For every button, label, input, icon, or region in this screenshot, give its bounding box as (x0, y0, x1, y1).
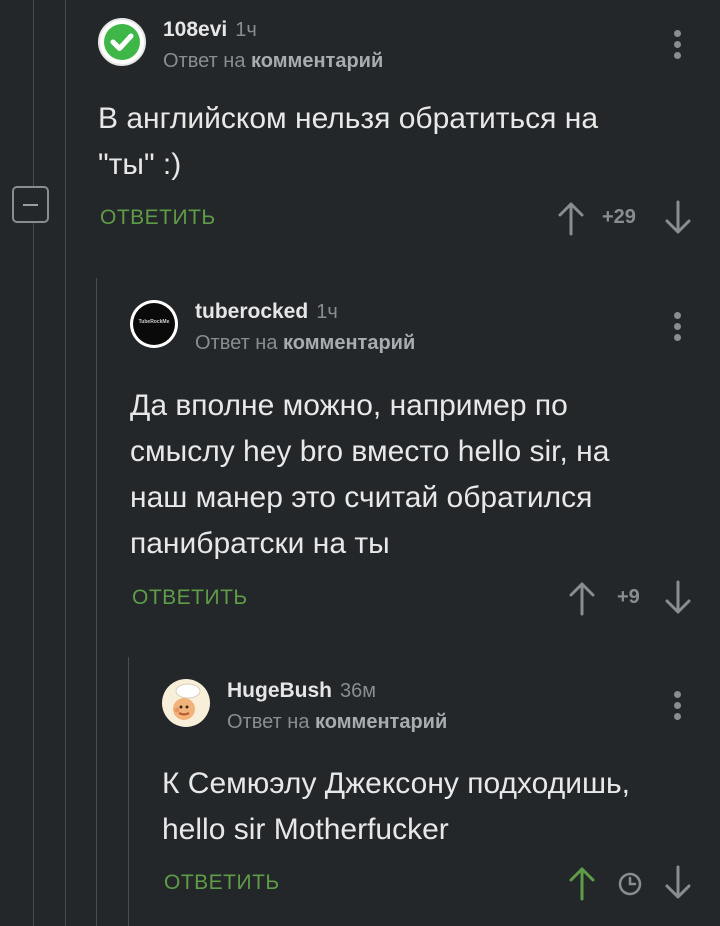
comment-text-line: Да вполне можно, например по (130, 389, 568, 422)
comment-text-line: смыслу hey bro вместо hello sir, на (130, 435, 610, 468)
upvote-arrow-icon[interactable] (556, 200, 586, 236)
reply-button[interactable]: ОТВЕТИТЬ (132, 586, 248, 610)
avatar[interactable] (98, 18, 146, 66)
rating-score: +29 (602, 206, 636, 228)
author-name[interactable]: HugeBush (227, 679, 332, 702)
thread-line (128, 657, 129, 926)
comment-time: 36м (340, 680, 376, 702)
chef-cartoon-avatar (173, 683, 201, 720)
more-options-icon[interactable] (674, 691, 682, 721)
author-name[interactable]: 108evi (163, 18, 227, 41)
thread-line (33, 0, 34, 926)
reply-to-line: Ответ на комментарий (163, 50, 383, 73)
reply-prefix: Ответ на (195, 332, 278, 354)
comment-time: 1ч (316, 301, 338, 323)
author-name[interactable]: tuberocked (195, 300, 308, 323)
downvote-arrow-icon[interactable] (663, 200, 693, 236)
comment-time: 1ч (235, 19, 257, 41)
comment-text: К Семюэлу Джексону подходишь, hello sir … (162, 761, 630, 853)
thread-line (96, 278, 97, 926)
reply-button[interactable]: ОТВЕТИТЬ (100, 206, 216, 230)
upvote-arrow-icon[interactable] (567, 580, 597, 616)
comment-text-line: "ты" :) (98, 148, 182, 181)
comment-author[interactable]: 108evi 1ч (163, 18, 257, 42)
comment-text: В английском нельзя обратиться на "ты" :… (98, 96, 598, 188)
more-options-icon[interactable] (674, 30, 682, 60)
comment-author[interactable]: tuberocked 1ч (195, 300, 338, 324)
comment-text-line: hello sir Motherfucker (162, 813, 449, 846)
reply-button[interactable]: ОТВЕТИТЬ (164, 871, 280, 895)
comment: TubeRockMe tuberocked 1ч Ответ на коммент… (130, 300, 720, 620)
comment-text-line: В английском нельзя обратиться на (98, 102, 599, 135)
comment-actions: ОТВЕТИТЬ (162, 865, 720, 905)
check-badge-icon (104, 24, 140, 60)
comment-text-line: наш манер это считай обратился (130, 481, 593, 514)
avatar-text: TubeRockMe (138, 319, 170, 325)
collapse-thread-button[interactable] (12, 186, 49, 223)
reply-to-line: Ответ на комментарий (195, 332, 415, 355)
reply-to-line: Ответ на комментарий (227, 711, 447, 734)
comment-text-line: панибратски на ты (130, 527, 390, 560)
comment-author[interactable]: HugeBush 36м (227, 679, 376, 703)
downvote-arrow-icon[interactable] (663, 865, 693, 901)
downvote-arrow-icon[interactable] (663, 580, 693, 616)
comment-text-line: К Семюэлу Джексону подходишь, (162, 767, 630, 800)
upvote-arrow-icon[interactable] (567, 865, 597, 901)
more-options-icon[interactable] (674, 312, 682, 342)
clock-icon (617, 871, 643, 897)
reply-target-link[interactable]: комментарий (283, 332, 415, 354)
comment: HugeBush 36м Ответ на комментарий К Семюэ… (162, 679, 720, 909)
comment-actions: ОТВЕТИТЬ +9 (130, 580, 720, 620)
avatar-inner: TubeRockMe (133, 303, 175, 345)
comment: 108evi 1ч Ответ на комментарий В английск… (98, 18, 720, 248)
avatar[interactable]: TubeRockMe (130, 300, 178, 348)
comment-text: Да вполне можно, например по смыслу hey … (130, 383, 609, 567)
reply-target-link[interactable]: комментарий (251, 50, 383, 72)
comment-actions: ОТВЕТИТЬ +29 (98, 200, 720, 240)
avatar[interactable] (162, 679, 210, 727)
rating-score: +9 (617, 586, 640, 608)
reply-prefix: Ответ на (227, 711, 310, 733)
reply-target-link[interactable]: комментарий (315, 711, 447, 733)
thread-line (65, 0, 66, 926)
reply-prefix: Ответ на (163, 50, 246, 72)
